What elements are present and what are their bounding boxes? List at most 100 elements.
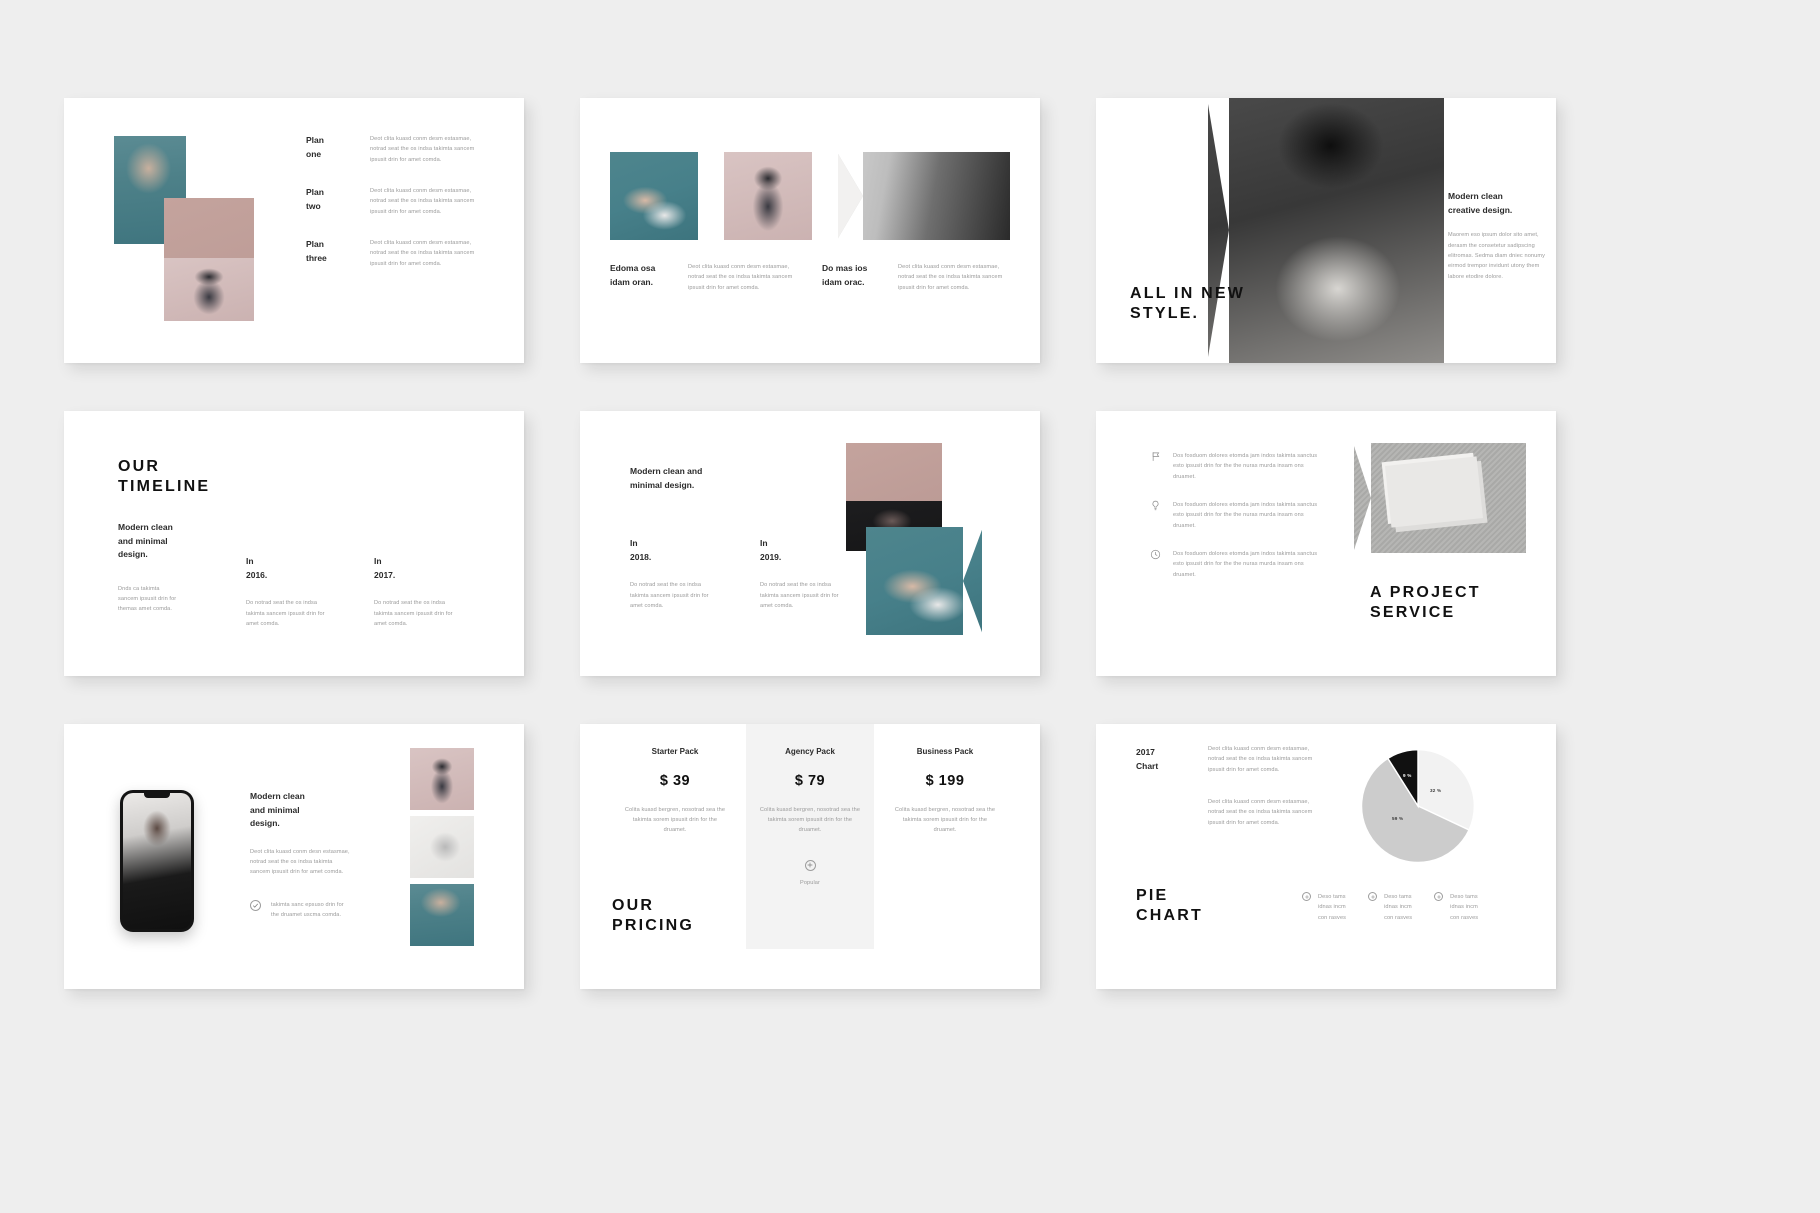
timeline2-entry-body: Do notrad seat the os indsa takimta sanc…	[760, 582, 839, 609]
plan-title-line1: Plan	[306, 239, 324, 250]
hero-title: ALL IN NEW STYLE.	[1130, 284, 1280, 325]
timeline2-year-line1: In	[630, 538, 638, 548]
photo-legs-teal	[610, 152, 698, 240]
legend-line3: con rasves	[1318, 914, 1347, 921]
timeline-entry: In 2017. Do notrad seat the os indsa tak…	[374, 555, 466, 629]
plan-title-line2: three	[306, 252, 327, 263]
project-title-line1: A PROJECT	[1370, 584, 1481, 601]
timeline-lead-line1: Modern clean	[118, 522, 173, 532]
legend-line2: idnas incm	[1384, 904, 1412, 911]
pie-chart-svg	[1360, 748, 1476, 864]
chart-copy-block: Deot clita kuasd conm desm estasmae, not…	[1208, 744, 1314, 828]
pie-title-line1: PIE	[1136, 887, 1169, 904]
timeline2-entry: In 2019. Do notrad seat the os indsa tak…	[760, 537, 852, 611]
plan-name: Agency Pack	[785, 747, 835, 756]
plan-badge: Popular	[800, 879, 820, 886]
phone-notch	[144, 793, 170, 798]
photo-girl-rose	[724, 152, 812, 240]
hero-side-text: Modern clean creative design. Maorem eso…	[1448, 190, 1548, 282]
timeline-year-line2: 2017.	[374, 569, 396, 580]
chart-label-line1: 2017	[1136, 747, 1155, 757]
flag-icon	[1150, 451, 1161, 462]
timeline2-year-line2: 2019.	[760, 551, 782, 562]
mockup-body: Deot clita kuasd conm desn estasmae, not…	[250, 848, 350, 876]
pricing-card-featured[interactable]: Agency Pack $ 79 Colita kuasd bergren, n…	[746, 724, 874, 949]
service-feature-body: Dos fosduom dolores etomda jam indos tak…	[1173, 551, 1318, 578]
slide-mobile-mockup[interactable]: Modern clean and minimal design. Deot cl…	[64, 724, 524, 989]
plan-price: $ 39	[659, 772, 691, 789]
timeline2-entry: In 2018. Do notrad seat the os indsa tak…	[630, 537, 722, 611]
mockup-heading-line1: Modern clean	[250, 791, 305, 801]
service-feature: Dos fosduom dolores etomda jam indos tak…	[1150, 500, 1322, 531]
slide-project-service[interactable]: Dos fosduom dolores etomda jam indos tak…	[1096, 411, 1556, 676]
pie-legend-item[interactable]: Deso tams idnas incm con rasves	[1434, 892, 1478, 923]
pie-legend-item[interactable]: Deso tams idnas incm con rasves	[1368, 892, 1412, 923]
timeline2-year-line1: In	[760, 538, 768, 548]
plan-row: Plan three Deot clita kuasd conm desm es…	[306, 238, 496, 269]
photo-girl-rose-small	[410, 748, 474, 810]
slide-timeline-two[interactable]: Modern clean and minimal design. In 2018…	[580, 411, 1040, 676]
photo-notebooks	[1354, 443, 1526, 553]
hero-side-heading-line2: creative design.	[1448, 204, 1513, 215]
caption-body: Deot clita kuasd conm desm estasmae, not…	[898, 264, 1003, 291]
plus-circle-icon[interactable]	[804, 859, 816, 871]
timeline-lead-body: Dnds ca takimta sancem ipsusit drin for …	[118, 585, 177, 613]
plus-circle-icon[interactable]	[1302, 892, 1311, 901]
photo-woman-rose	[164, 258, 254, 321]
timeline-entry-body: Do notrad seat the os indsa takimta sanc…	[246, 600, 325, 627]
pricing-title-line2: PRICING	[612, 917, 695, 935]
caption-heading-line1: Do mas ios	[822, 263, 868, 273]
mockup-text-block: Modern clean and minimal design. Deot cl…	[250, 790, 354, 921]
chart-body-1: Deot clita kuasd conm desm estasmae, not…	[1208, 746, 1313, 773]
timeline2-year-line2: 2018.	[630, 551, 652, 562]
timeline-lead: Modern clean and minimal design. Dnds ca…	[118, 521, 204, 615]
pie-legend: Deso tams idnas incm con rasves Deso tam…	[1302, 892, 1478, 923]
project-service-title: A PROJECT SERVICE	[1370, 583, 1540, 624]
caption-heading-line1: Edoma osa	[610, 263, 656, 273]
slide-pricing[interactable]: Starter Pack $ 39 Colita kuasd bergren, …	[580, 724, 1040, 989]
pricing-card[interactable]: Starter Pack $ 39 Colita kuasd bergren, …	[612, 746, 738, 836]
mockup-check-row: takimta sanc epsuso drin for the druamet…	[250, 899, 354, 921]
slide-plans[interactable]: Plan one Deot clita kuasd conm desm esta…	[64, 98, 524, 363]
plan-body: Colita kuasd bergren, nosotrad sea the t…	[624, 806, 726, 834]
plan-title-line2: two	[306, 200, 321, 211]
pricing-title-line1: OUR	[612, 897, 655, 914]
plan-body: Deot clita kuasd conm desm estasmae, not…	[370, 188, 475, 215]
mockup-heading-line2: and minimal	[250, 804, 300, 815]
hero-title-line1: ALL IN NEW	[1130, 285, 1246, 302]
slide-pie-chart[interactable]: 2017 Chart Deot clita kuasd conm desm es…	[1096, 724, 1556, 989]
slide-three-photos[interactable]: Edoma osa idam oran. Deot clita kuasd co…	[580, 98, 1040, 363]
plan-price: $ 79	[794, 772, 826, 789]
timeline2-entry-body: Do notrad seat the os indsa takimta sanc…	[630, 582, 709, 609]
legend-line1: Deso tams	[1450, 894, 1478, 900]
legend-line1: Deso tams	[1318, 894, 1346, 900]
legend-line3: con rasves	[1450, 914, 1479, 921]
plan-title-line1: Plan	[306, 187, 324, 198]
plus-circle-icon[interactable]	[1368, 892, 1378, 901]
pie-label-9: 9 %	[1403, 773, 1412, 778]
plus-circle-icon[interactable]	[1434, 892, 1444, 901]
timeline-entry-body: Do notrad seat the os indsa takimta sanc…	[374, 600, 453, 627]
slide-hero-style[interactable]: ALL IN NEW STYLE. Modern clean creative …	[1096, 98, 1556, 363]
legend-line3: con rasves	[1384, 914, 1413, 921]
chart-body-2: Deot clita kuasd conm desm estasmae, not…	[1208, 799, 1313, 826]
slide-deck: Plan one Deot clita kuasd conm desm esta…	[0, 0, 1820, 1213]
timeline-lead-line2: and minimal	[118, 535, 168, 546]
pie-chart: 32 % 59 % 9 %	[1358, 746, 1478, 866]
photo-man-bw-chevron	[838, 152, 1010, 240]
clock-icon	[1150, 549, 1161, 560]
plan-row: Plan two Deot clita kuasd conm desm esta…	[306, 186, 496, 217]
timeline2-heading-line2: minimal design.	[630, 479, 695, 490]
mockup-check-body: takimta sanc epsuso drin for the druamet…	[271, 901, 344, 919]
caption-heading-line2: idam oran.	[610, 276, 653, 287]
timeline-year-line1: In	[374, 556, 382, 566]
phone-screen	[123, 793, 191, 929]
timeline-year-line1: In	[246, 556, 254, 566]
pricing-title: OUR PRICING	[612, 896, 762, 937]
pie-label-32: 32 %	[1430, 788, 1442, 793]
plan-body: Colita kuasd bergren, nosotrad sea the t…	[894, 806, 996, 834]
pie-legend-item[interactable]: Deso tams idnas incm con rasves	[1302, 892, 1346, 923]
slide-timeline[interactable]: OUR TIMELINE Modern clean and minimal de…	[64, 411, 524, 676]
timeline-lead-line3: design.	[118, 549, 148, 560]
pricing-card[interactable]: Business Pack $ 199 Colita kuasd bergren…	[882, 746, 1008, 836]
